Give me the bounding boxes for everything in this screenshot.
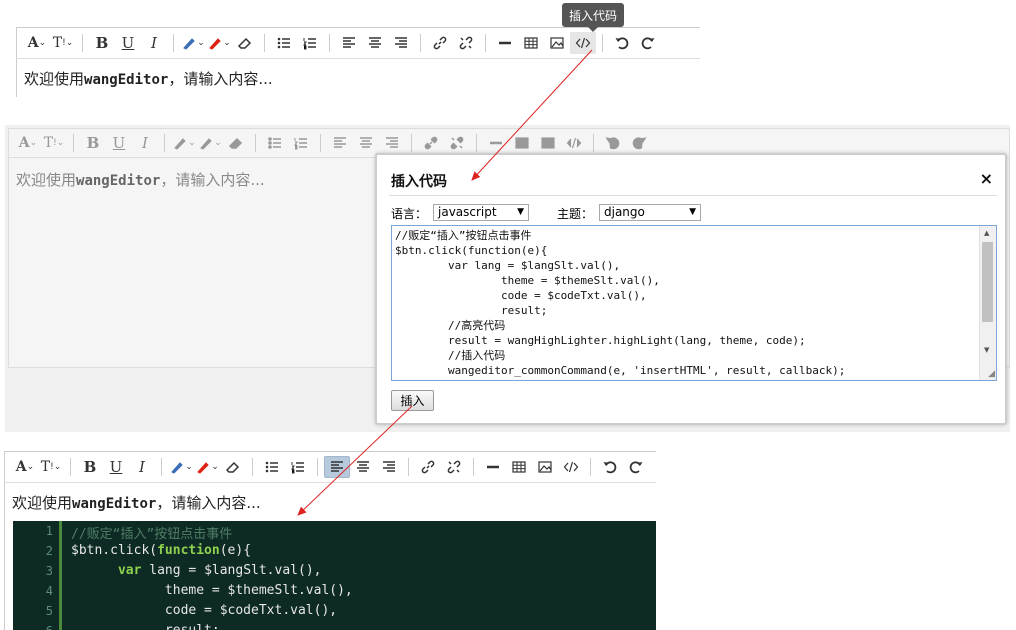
arrow-toolbar-to-modal — [471, 49, 593, 181]
annotation-arrows — [297, 49, 593, 516]
arrow-insert-to-result — [297, 405, 413, 516]
